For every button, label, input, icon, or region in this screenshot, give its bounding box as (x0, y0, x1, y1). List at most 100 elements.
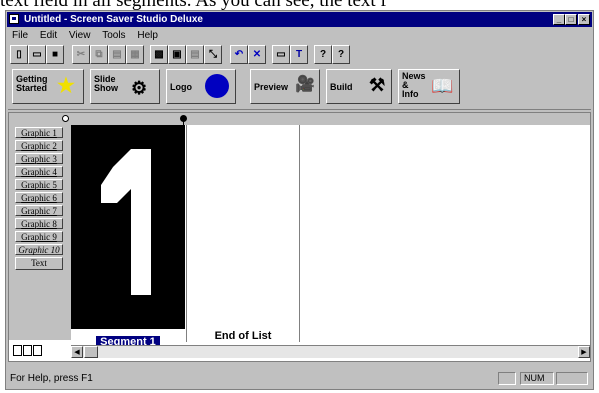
news-info-button[interactable]: News & Info 📖 (398, 69, 460, 104)
new-icon: ▯ (16, 49, 22, 60)
sidebar-item-graphic-6[interactable]: Graphic 6 (15, 192, 63, 203)
sidebar-item-graphic-8[interactable]: Graphic 8 (15, 218, 63, 229)
menu-edit[interactable]: Edit (40, 30, 57, 41)
maximize-icon: □ (568, 15, 574, 24)
sidebar-item-graphic-10[interactable]: Graphic 10 (15, 244, 63, 255)
sidebar-item-text[interactable]: Text (15, 257, 63, 270)
app-icon[interactable] (9, 14, 19, 24)
sidebar-item-graphic-7[interactable]: Graphic 7 (15, 205, 63, 216)
segment-1-label[interactable]: Segment 1 (71, 330, 185, 348)
status-cell-blank-2 (556, 372, 588, 385)
timeline-ruler[interactable] (9, 113, 590, 127)
border-icon: ▤ (190, 49, 200, 60)
save-button[interactable]: ■ (46, 45, 64, 64)
slide-show-button[interactable]: Slide Show ⚙ (90, 69, 160, 104)
maximize-button[interactable]: □ (565, 14, 577, 25)
horizontal-scrollbar[interactable]: ◀ ▶ (71, 345, 590, 358)
image-icon: ▩ (154, 49, 164, 60)
news-label-3: Info (402, 89, 419, 99)
hammer-icon: ⚒ (369, 75, 386, 95)
monitor-icon: ▭ (276, 49, 286, 60)
context-help-button[interactable]: ? (332, 45, 350, 64)
grid-icon: ▦ (130, 49, 140, 60)
resize-button[interactable]: ⤡ (204, 45, 222, 64)
globe-icon (205, 74, 229, 98)
cut-icon: ✂ (76, 49, 86, 60)
context-help-icon: ? (337, 49, 345, 60)
status-help-text: For Help, press F1 (10, 373, 93, 384)
start-marker[interactable] (62, 115, 69, 122)
view-toggle-1[interactable] (13, 345, 22, 356)
new-button[interactable]: ▯ (10, 45, 28, 64)
cut-button[interactable]: ✂ (72, 45, 90, 64)
sidebar-item-graphic-9[interactable]: Graphic 9 (15, 231, 63, 242)
preview-button[interactable]: Preview 🎥 (250, 69, 320, 104)
sidebar-item-graphic-2[interactable]: Graphic 2 (15, 140, 63, 151)
close-icon: × (581, 15, 587, 24)
build-label: Build (330, 82, 353, 92)
status-num: NUM (520, 372, 554, 385)
help-button[interactable]: ? (314, 45, 332, 64)
end-of-list-segment[interactable] (186, 125, 300, 342)
delete-icon: ✕ (252, 49, 262, 60)
delete-button[interactable]: ✕ (248, 45, 266, 64)
camera-icon: 🎥 (295, 76, 315, 93)
frame-button[interactable]: ▣ (168, 45, 186, 64)
text-button[interactable]: T (290, 45, 308, 64)
image-button[interactable]: ▩ (150, 45, 168, 64)
scroll-right-button[interactable]: ▶ (578, 346, 590, 358)
logo-label: Logo (170, 82, 192, 92)
open-button[interactable]: ▭ (28, 45, 46, 64)
paste-icon: ▤ (112, 49, 122, 60)
book-icon: 📖 (431, 76, 454, 96)
menu-view[interactable]: View (69, 30, 91, 41)
sidebar-item-graphic-1[interactable]: Graphic 1 (15, 127, 63, 138)
overlay-caption: text field in all segments. As you can s… (0, 0, 599, 10)
logo-button[interactable]: Logo (166, 69, 236, 104)
minimize-icon: _ (556, 15, 562, 24)
star-icon: ★ (57, 75, 75, 97)
digit-one-graphic (101, 149, 151, 295)
menu-tools[interactable]: Tools (102, 30, 125, 41)
title-bar: Untitled - Screen Saver Studio Deluxe _ … (7, 12, 592, 27)
build-button[interactable]: Build ⚒ (326, 69, 392, 104)
grid-button[interactable]: ▦ (126, 45, 144, 64)
menu-bar: File Edit View Tools Help (8, 29, 163, 43)
minimize-button[interactable]: _ (553, 14, 565, 25)
status-cell-blank (498, 372, 516, 385)
sidebar-item-graphic-4[interactable]: Graphic 4 (15, 166, 63, 177)
menu-help[interactable]: Help (137, 30, 158, 41)
digit-shape (101, 149, 151, 295)
copy-button[interactable]: ⧉ (90, 45, 108, 64)
text-icon: T (295, 49, 303, 60)
segment-workspace: Graphic 1 Graphic 2 Graphic 3 Graphic 4 … (8, 112, 591, 362)
view-toggle-2[interactable] (23, 345, 32, 356)
view-toggle-3[interactable] (33, 345, 42, 356)
arrow-right-icon: ▶ (581, 348, 587, 356)
open-icon: ▭ (32, 49, 42, 60)
copy-icon: ⧉ (95, 49, 103, 60)
save-icon: ■ (51, 49, 59, 60)
main-window: Untitled - Screen Saver Studio Deluxe _ … (5, 10, 594, 390)
menu-file[interactable]: File (12, 30, 28, 41)
arrow-left-icon: ◀ (74, 348, 80, 356)
undo-button[interactable]: ↶ (230, 45, 248, 64)
end-of-list-label: End of List (214, 330, 272, 342)
resize-icon: ⤡ (209, 49, 217, 60)
border-button[interactable]: ▤ (186, 45, 204, 64)
sidebar-item-graphic-5[interactable]: Graphic 5 (15, 179, 63, 190)
frame-icon: ▣ (172, 49, 182, 60)
scroll-thumb[interactable] (84, 346, 98, 358)
scroll-left-button[interactable]: ◀ (71, 346, 83, 358)
status-bar: For Help, press F1 NUM (8, 371, 591, 387)
close-button[interactable]: × (578, 14, 590, 25)
view-toggle-group (13, 341, 69, 357)
sidebar-item-graphic-3[interactable]: Graphic 3 (15, 153, 63, 164)
getting-started-button[interactable]: Getting Started ★ (12, 69, 84, 104)
monitor-button[interactable]: ▭ (272, 45, 290, 64)
segment-1-preview[interactable] (71, 125, 185, 329)
window-title: Untitled - Screen Saver Studio Deluxe (24, 14, 203, 25)
undo-icon: ↶ (234, 49, 244, 60)
paste-button[interactable]: ▤ (108, 45, 126, 64)
projector-icon: ⚙ (131, 78, 148, 98)
